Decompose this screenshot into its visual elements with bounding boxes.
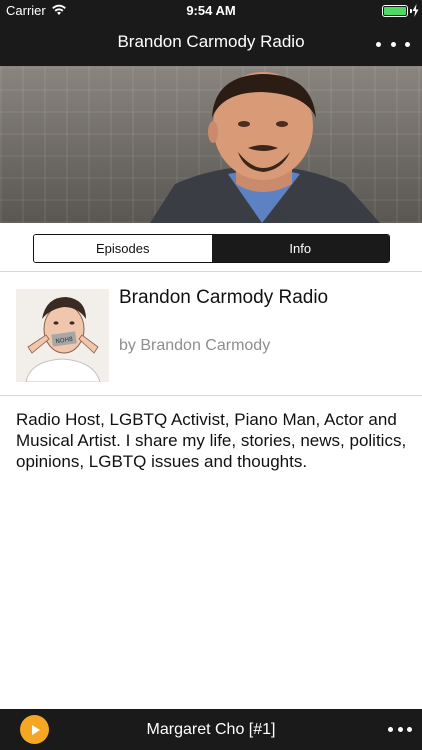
status-bar: Carrier 9:54 AM	[0, 0, 422, 22]
more-options-button[interactable]	[376, 34, 410, 54]
tab-episodes[interactable]: Episodes	[34, 235, 212, 262]
podcast-title: Brandon Carmody Radio	[119, 287, 329, 308]
tab-info[interactable]: Info	[211, 235, 389, 262]
battery-full-icon	[382, 5, 408, 17]
nav-title: Brandon Carmody Radio	[117, 32, 305, 51]
podcast-cover-art: NOH8	[16, 289, 109, 382]
more-dot	[376, 41, 381, 47]
cover-illustration: NOH8	[16, 289, 109, 382]
now-playing-title[interactable]: Margaret Cho [#1]	[0, 721, 422, 739]
navigation-bar: Brandon Carmody Radio	[0, 22, 422, 66]
battery-level	[384, 7, 406, 15]
section-divider	[0, 395, 422, 396]
hero-image	[0, 66, 422, 223]
charging-bolt-icon	[412, 4, 419, 17]
mini-player[interactable]: Margaret Cho [#1]	[0, 709, 422, 750]
podcast-author: by Brandon Carmody	[119, 337, 271, 354]
status-time: 9:54 AM	[186, 3, 236, 18]
segmented-control: Episodes Info	[33, 234, 390, 263]
more-dot	[388, 726, 393, 732]
host-portrait-image	[150, 72, 380, 223]
more-dot	[397, 726, 403, 732]
section-divider	[0, 271, 422, 272]
more-dot	[405, 41, 410, 47]
podcast-description: Radio Host, LGBTQ Activist, Piano Man, A…	[16, 410, 407, 471]
more-dot	[407, 726, 412, 732]
more-dot	[390, 41, 396, 47]
player-more-button[interactable]	[388, 720, 412, 738]
